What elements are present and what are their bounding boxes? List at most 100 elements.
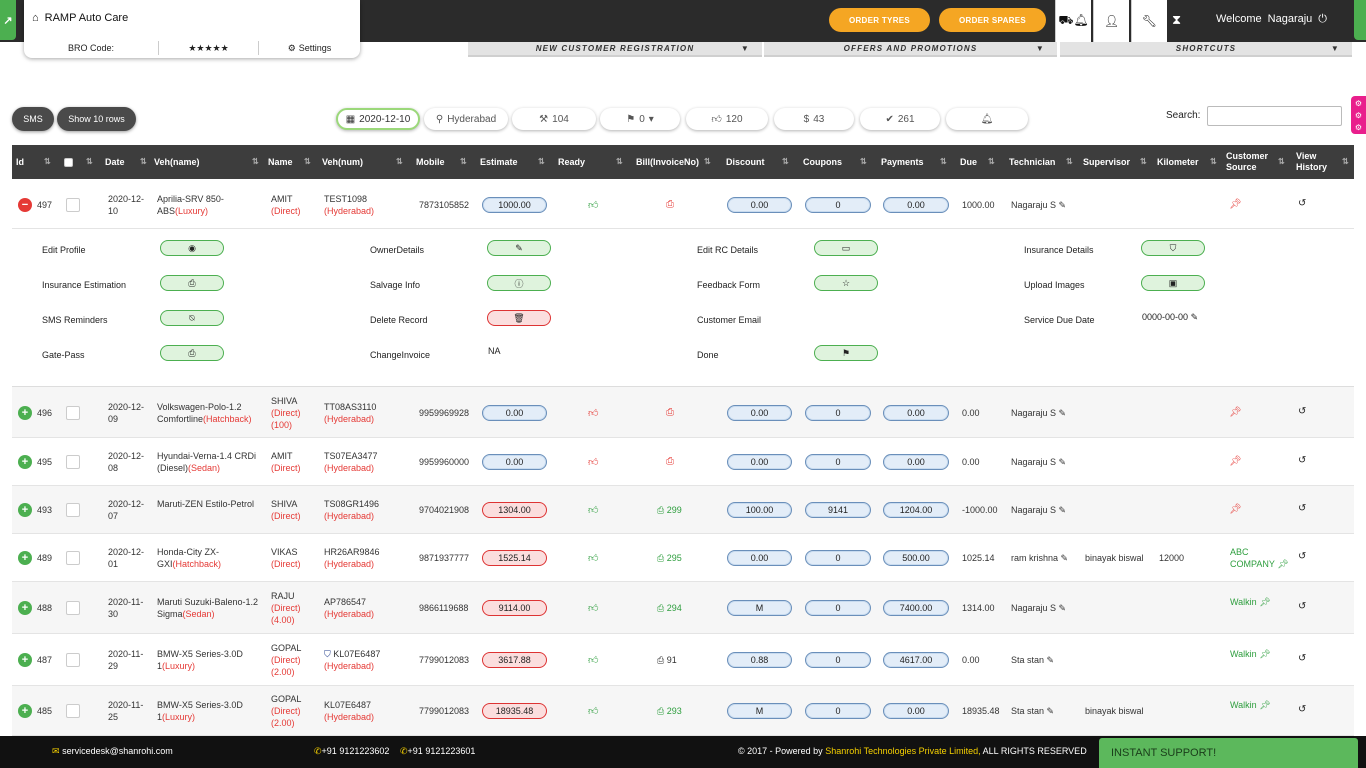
row-checkbox[interactable] [66,503,80,517]
insurance-estimation-button[interactable]: ⎙ [160,275,224,291]
sort-icon[interactable]: ⇅ [538,157,545,166]
row-vehicle-number[interactable]: TT08AS3110 (Hyderabad) [324,401,414,425]
coupons-pill[interactable]: 0 [805,652,871,668]
sort-icon[interactable]: ⇅ [252,157,259,166]
delete-record-button[interactable]: 🗑︎ [487,310,551,326]
thumbs-up-icon[interactable]: 👍︎ [588,705,598,717]
col-view-history[interactable]: View History [1296,145,1336,179]
history-icon[interactable]: ↺ [1298,653,1306,664]
col-veh-num[interactable]: Veh(num) [322,145,363,179]
table-row[interactable]: + 496 2020-12- 09 Volkswagen-Polo-1.2 Comf… [12,387,1354,438]
row-customer-name[interactable]: VIKAS (Direct) [271,546,321,570]
history-icon[interactable]: ↺ [1298,704,1306,715]
col-discount[interactable]: Discount [726,145,765,179]
payments-pill[interactable]: 1204.00 [883,502,949,518]
chart-toggle-tab[interactable]: ↗ [0,0,16,40]
coupons-pill[interactable]: 0 [805,404,871,421]
discount-pill[interactable]: 0.00 [727,454,792,470]
row-technician[interactable]: Nagaraju S ✎ [1011,456,1066,468]
row-technician[interactable]: Nagaraju S ✎ [1011,199,1066,211]
sort-icon[interactable]: ⇅ [704,157,711,166]
feedback-form-button[interactable]: ☆ [814,275,878,291]
instant-support-button[interactable]: INSTANT SUPPORT! [1099,738,1358,768]
thumbs-up-icon[interactable]: 👍︎ [588,199,598,211]
search-input[interactable] [1207,106,1342,126]
bill-invoice-link[interactable]: ⎙ 295 [657,552,682,564]
discount-pill[interactable]: M [727,600,792,616]
row-vehicle-number[interactable]: TS08GR1496 (Hyderabad) [324,498,414,522]
table-row[interactable]: + 495 2020-12- 08 Hyundai-Verna-1.4 CRDi(… [12,438,1354,486]
hourglass-icon[interactable]: ⧗ [1172,12,1181,28]
col-id[interactable]: Id [16,145,24,179]
row-checkbox[interactable] [66,455,80,469]
bill-invoice-link[interactable]: ⎙ 294 [657,602,682,614]
flag-count-dropdown[interactable]: ⚑ 0 ▾ [600,108,680,130]
sort-icon[interactable]: ⇅ [616,157,623,166]
table-row[interactable]: + 485 2020-11- 25 BMW-X5 Series-3.0D 1(Lux… [12,686,1354,736]
coupons-pill[interactable]: 0 [805,454,871,470]
footer-phone-2[interactable]: ✆+91 9121223601 [400,746,475,757]
discount-pill[interactable]: 0.88 [727,652,792,668]
expand-row-icon[interactable]: + [18,653,32,667]
sort-icon[interactable]: ⇅ [1278,157,1285,166]
collapse-row-icon[interactable]: − [18,197,32,212]
thumbs-up-icon[interactable]: 👍︎ [588,504,598,516]
pin-icon[interactable]: 📌︎ [1229,407,1242,418]
edit-rc-button[interactable]: ▭ [814,240,878,256]
sort-icon[interactable]: ⇅ [460,157,467,166]
table-row[interactable]: + 488 2020-11- 30 Maruti Suzuki-Baleno-1.… [12,582,1354,634]
power-icon[interactable]: ⏻ [1318,13,1327,26]
pin-icon[interactable]: 📌︎ [1229,504,1242,515]
row-customer-name[interactable]: RAJU (Direct) (4.00) [271,590,321,626]
discount-pill[interactable]: 0.00 [727,196,792,213]
col-coupons[interactable]: Coupons [803,145,842,179]
customer-source[interactable]: Walkin 📌︎ [1230,596,1290,608]
col-date[interactable]: Date [105,145,125,179]
col-technician[interactable]: Technician [1009,145,1055,179]
order-spares-button[interactable]: ORDER SPARES [939,8,1046,32]
col-kilometer[interactable]: Kilometer [1157,145,1199,179]
history-icon[interactable]: ↺ [1298,455,1306,466]
row-vehicle-number[interactable]: ⛉ KL07E6487 (Hyderabad) [324,648,414,672]
expand-row-icon[interactable]: + [18,601,32,615]
table-row[interactable]: + 493 2020-12- 07 Maruti-ZEN Estilo-Petro… [12,486,1354,534]
row-technician[interactable]: Nagaraju S ✎ [1011,407,1066,419]
row-customer-name[interactable]: AMIT (Direct) [271,193,321,217]
sort-icon[interactable]: ⇅ [860,157,867,166]
discount-pill[interactable]: M [727,703,792,719]
discount-pill[interactable]: 0.00 [727,550,792,566]
coupons-pill[interactable]: 9141 [805,502,871,518]
bell-filter[interactable]: 🔔︎ [946,108,1028,130]
app-title[interactable]: RAMP Auto Care [45,12,129,24]
discount-pill[interactable]: 0.00 [727,404,792,421]
bill-invoice-link[interactable]: ⎙ 299 [657,504,682,516]
settings-link[interactable]: ⚙ Settings [258,41,360,55]
row-vehicle-number[interactable]: KL07E6487 (Hyderabad) [324,699,414,723]
sort-icon[interactable]: ⇅ [940,157,947,166]
expand-row-icon[interactable]: + [18,405,32,420]
sort-icon[interactable]: ⇅ [396,157,403,166]
estimate-pill[interactable]: 9114.00 [482,600,547,616]
row-checkbox[interactable] [66,405,80,420]
show-rows-button[interactable]: Show 10 rows [57,107,136,131]
history-icon[interactable]: ↺ [1298,503,1306,514]
col-payments[interactable]: Payments [881,145,924,179]
date-filter[interactable]: ▦ 2020-12-10 [336,108,420,130]
thumbs-up-icon[interactable]: 👍︎ [588,602,598,614]
discount-pill[interactable]: 100.00 [727,502,792,518]
select-all-checkbox[interactable] [64,145,73,179]
estimate-pill[interactable]: 1000.00 [482,196,547,213]
owner-details-button[interactable]: ✎ [487,240,551,256]
estimate-pill[interactable]: 0.00 [482,454,547,470]
gate-pass-button[interactable]: ⎙ [160,345,224,361]
table-row[interactable]: − 497 2020-12- 10 Aprilia-SRV 850- ABS(Lux… [12,180,1354,229]
history-icon[interactable]: ↺ [1298,198,1306,209]
user-name[interactable]: Nagaraju [1268,13,1313,26]
row-checkbox[interactable] [66,704,80,718]
col-supervisor[interactable]: Supervisor [1083,145,1130,179]
row-customer-name[interactable]: SHIVA (Direct) [271,498,321,522]
likes-count[interactable]: 👍︎ 120 [686,108,768,130]
customer-source[interactable]: Walkin 📌︎ [1230,648,1290,660]
sms-reminders-button[interactable]: ⍉ [160,310,224,326]
salvage-info-button[interactable]: ⓘ [487,275,551,291]
